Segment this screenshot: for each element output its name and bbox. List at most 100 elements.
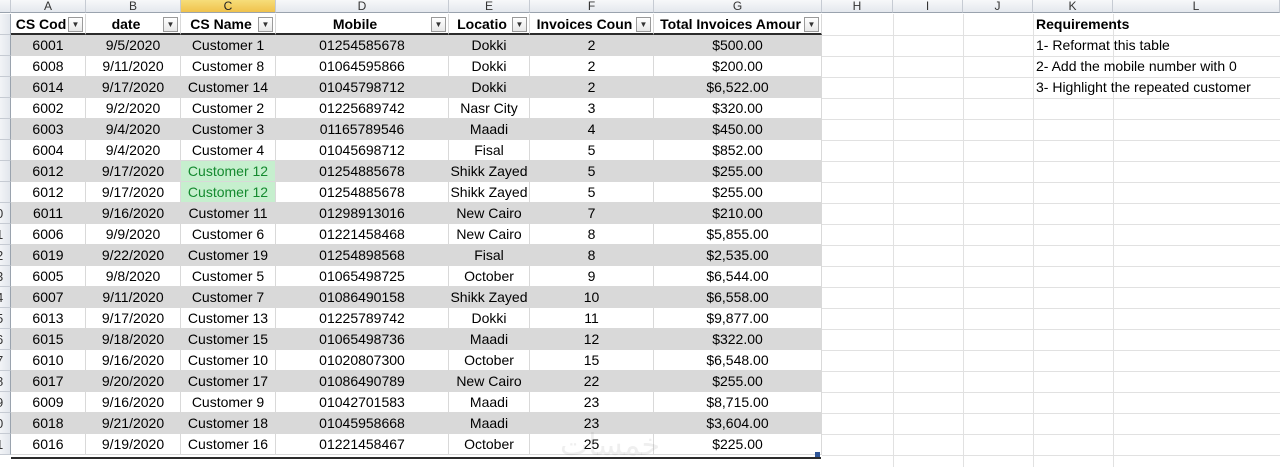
cs-code-cell[interactable]: 6019 (11, 245, 86, 266)
requirement-item[interactable]: 2- Add the mobile number with 0 (1033, 56, 1237, 77)
mobile-cell[interactable]: 01254585678 (276, 35, 449, 56)
header-total-invoices-amount[interactable]: Total Invoices Amour ▼ (654, 14, 822, 35)
column-header-b[interactable]: B (86, 0, 181, 13)
date-cell[interactable]: 9/17/2020 (86, 182, 181, 203)
column-header-a[interactable]: A (11, 0, 86, 13)
header-mobile[interactable]: Mobile ▼ (276, 14, 449, 35)
date-cell[interactable]: 9/2/2020 (86, 98, 181, 119)
cs-name-cell[interactable]: Customer 8 (181, 56, 276, 77)
column-header-e[interactable]: E (449, 0, 530, 13)
column-header-i[interactable]: I (893, 0, 963, 13)
cs-code-cell[interactable]: 6003 (11, 119, 86, 140)
mobile-cell[interactable]: 01254885678 (276, 161, 449, 182)
total-invoices-amount-cell[interactable]: $5,855.00 (654, 224, 822, 245)
column-header-l[interactable]: L (1113, 0, 1280, 13)
cs-code-cell[interactable]: 6017 (11, 371, 86, 392)
filter-dropdown-icon[interactable]: ▼ (68, 17, 83, 32)
requirements-title[interactable]: Requirements (1033, 14, 1129, 35)
table-resize-handle[interactable] (815, 452, 820, 457)
filter-dropdown-icon[interactable]: ▼ (163, 17, 178, 32)
location-cell[interactable]: Shikk Zayed (449, 161, 530, 182)
header-cs-name[interactable]: CS Name ▼ (181, 14, 276, 35)
mobile-cell[interactable]: 01065498736 (276, 329, 449, 350)
cs-code-cell[interactable]: 6018 (11, 413, 86, 434)
cs-code-cell[interactable]: 6012 (11, 182, 86, 203)
column-header-j[interactable]: J (963, 0, 1033, 13)
requirement-item[interactable]: 3- Highlight the repeated customer (1033, 77, 1251, 98)
requirement-item[interactable]: 1- Reformat this table (1033, 35, 1170, 56)
invoices-count-cell[interactable]: 10 (530, 287, 654, 308)
date-cell[interactable]: 9/11/2020 (86, 56, 181, 77)
total-invoices-amount-cell[interactable]: $322.00 (654, 329, 822, 350)
location-cell[interactable]: Dokki (449, 35, 530, 56)
cs-code-cell[interactable]: 6005 (11, 266, 86, 287)
location-cell[interactable]: Shikk Zayed (449, 287, 530, 308)
cs-name-cell[interactable]: Customer 19 (181, 245, 276, 266)
row-number[interactable]: 0 (0, 203, 11, 224)
mobile-cell[interactable]: 01086490789 (276, 371, 449, 392)
invoices-count-cell[interactable]: 8 (530, 245, 654, 266)
date-cell[interactable]: 9/16/2020 (86, 350, 181, 371)
total-invoices-amount-cell[interactable]: $6,522.00 (654, 77, 822, 98)
column-header-d[interactable]: D (276, 0, 449, 13)
invoices-count-cell[interactable]: 15 (530, 350, 654, 371)
mobile-cell[interactable]: 01086490158 (276, 287, 449, 308)
total-invoices-amount-cell[interactable]: $6,544.00 (654, 266, 822, 287)
mobile-cell[interactable]: 01042701583 (276, 392, 449, 413)
cs-name-cell[interactable]: Customer 13 (181, 308, 276, 329)
invoices-count-cell[interactable]: 23 (530, 392, 654, 413)
invoices-count-cell[interactable]: 7 (530, 203, 654, 224)
cs-name-cell[interactable]: Customer 5 (181, 266, 276, 287)
row-number[interactable] (0, 56, 11, 77)
row-number[interactable]: 1 (0, 224, 11, 245)
location-cell[interactable]: Fisal (449, 245, 530, 266)
row-number[interactable] (0, 35, 11, 56)
invoices-count-cell[interactable]: 12 (530, 329, 654, 350)
cs-code-cell[interactable]: 6007 (11, 287, 86, 308)
column-header-f[interactable]: F (530, 0, 654, 13)
date-cell[interactable]: 9/17/2020 (86, 308, 181, 329)
location-cell[interactable]: Maadi (449, 329, 530, 350)
date-cell[interactable]: 9/8/2020 (86, 266, 181, 287)
invoices-count-cell[interactable]: 2 (530, 35, 654, 56)
location-cell[interactable]: October (449, 434, 530, 455)
mobile-cell[interactable]: 01045958668 (276, 413, 449, 434)
column-header-k[interactable]: K (1033, 0, 1113, 13)
total-invoices-amount-cell[interactable]: $255.00 (654, 161, 822, 182)
column-header-h[interactable]: H (822, 0, 893, 13)
cs-code-cell[interactable]: 6013 (11, 308, 86, 329)
cs-code-cell[interactable]: 6001 (11, 35, 86, 56)
cs-name-cell[interactable]: Customer 14 (181, 77, 276, 98)
cs-name-cell[interactable]: Customer 15 (181, 329, 276, 350)
column-header-g[interactable]: G (654, 0, 822, 13)
date-cell[interactable]: 9/5/2020 (86, 35, 181, 56)
filter-dropdown-icon[interactable]: ▼ (258, 17, 273, 32)
row-number[interactable] (0, 182, 11, 203)
cs-name-cell[interactable]: Customer 16 (181, 434, 276, 455)
location-cell[interactable]: Maadi (449, 413, 530, 434)
total-invoices-amount-cell[interactable]: $320.00 (654, 98, 822, 119)
total-invoices-amount-cell[interactable]: $6,548.00 (654, 350, 822, 371)
row-number[interactable] (0, 119, 11, 140)
cs-name-cell[interactable]: Customer 18 (181, 413, 276, 434)
row-number[interactable] (0, 98, 11, 119)
row-number[interactable] (0, 140, 11, 161)
date-cell[interactable]: 9/22/2020 (86, 245, 181, 266)
location-cell[interactable]: Shikk Zayed (449, 182, 530, 203)
date-cell[interactable]: 9/9/2020 (86, 224, 181, 245)
header-invoices-count[interactable]: Invoices Coun ▼ (530, 14, 654, 35)
total-invoices-amount-cell[interactable]: $500.00 (654, 35, 822, 56)
filter-dropdown-icon[interactable]: ▼ (804, 17, 819, 32)
date-cell[interactable]: 9/17/2020 (86, 161, 181, 182)
cs-code-cell[interactable]: 6004 (11, 140, 86, 161)
column-header-c[interactable]: C (181, 0, 276, 13)
date-cell[interactable]: 9/16/2020 (86, 392, 181, 413)
row-number[interactable] (0, 77, 11, 98)
location-cell[interactable]: October (449, 266, 530, 287)
mobile-cell[interactable]: 01045798712 (276, 77, 449, 98)
total-invoices-amount-cell[interactable]: $2,535.00 (654, 245, 822, 266)
date-cell[interactable]: 9/4/2020 (86, 119, 181, 140)
mobile-cell[interactable]: 01225789742 (276, 308, 449, 329)
total-invoices-amount-cell[interactable]: $210.00 (654, 203, 822, 224)
location-cell[interactable]: Maadi (449, 392, 530, 413)
